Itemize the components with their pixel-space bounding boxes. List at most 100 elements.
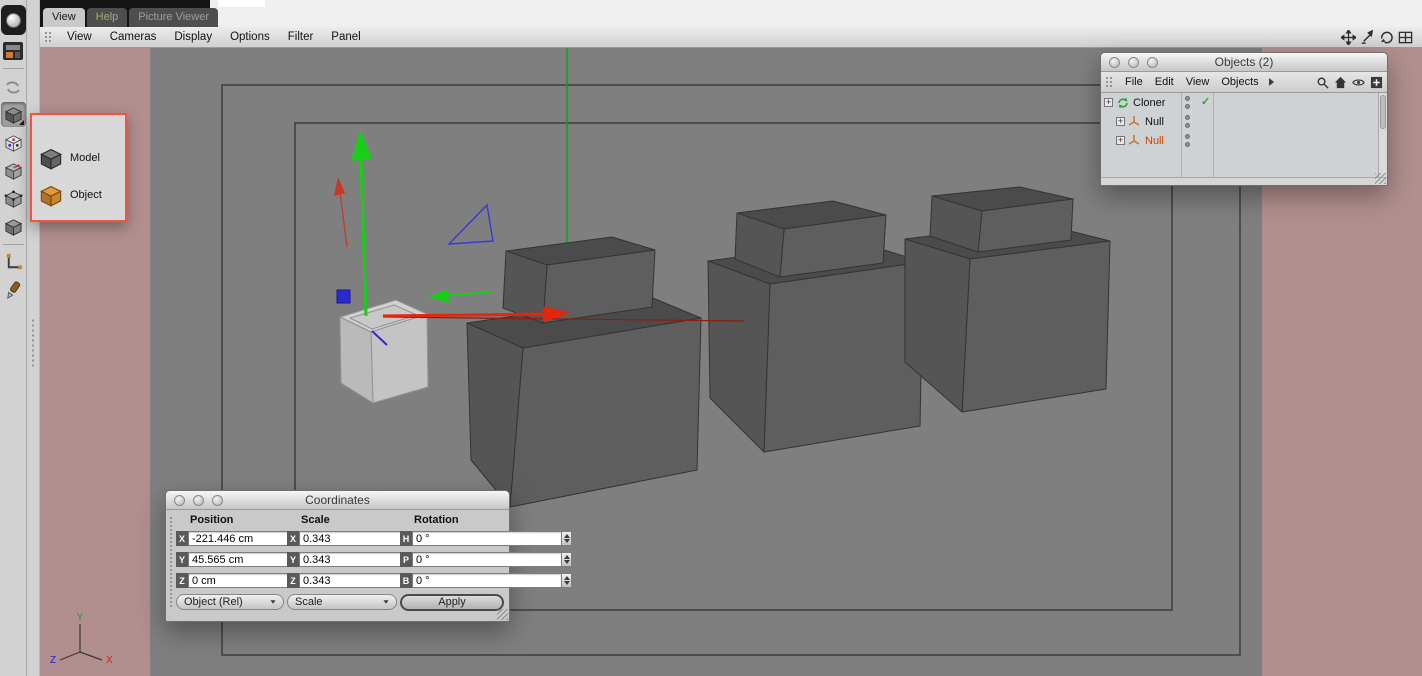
model-mode-icon[interactable]	[0, 102, 26, 127]
expander-icon[interactable]: +	[1116, 136, 1125, 145]
resize-grip[interactable]	[497, 609, 508, 620]
apply-button[interactable]: Apply	[400, 593, 504, 611]
coordinates-row-x: X X H	[176, 528, 572, 549]
tab-help[interactable]: Help	[86, 8, 128, 27]
object-label[interactable]: Cloner	[1133, 97, 1165, 109]
visibility-dots[interactable]	[1185, 115, 1190, 128]
tab-picture-viewer[interactable]: Picture Viewer	[129, 8, 218, 27]
flyout-item-model[interactable]: Model	[32, 139, 125, 176]
visibility-dots[interactable]	[1185, 96, 1190, 109]
object-cube-icon	[40, 185, 62, 207]
thin-red-arrowhead	[334, 177, 345, 196]
left-toolbar	[0, 0, 27, 676]
tab-view[interactable]: View	[43, 8, 85, 27]
clone-cube-2[interactable]	[707, 200, 924, 453]
clone-cube-1[interactable]	[466, 236, 702, 508]
expander-icon[interactable]: +	[1116, 117, 1125, 126]
polygons-mode-icon[interactable]	[1, 214, 26, 239]
position-header: Position	[190, 514, 234, 526]
rotation-p-input[interactable]	[412, 552, 561, 567]
rotate-view-icon[interactable]	[1379, 30, 1394, 45]
axis-z-label: Z	[50, 655, 56, 666]
rotation-h-stepper[interactable]	[561, 531, 572, 546]
mode-tool-flyout: Model Object	[30, 113, 127, 222]
rotation-b-stepper[interactable]	[561, 573, 572, 588]
position-mode-value: Object (Rel)	[184, 596, 243, 608]
brush-icon[interactable]	[1, 278, 26, 303]
objects-toolbar-icons	[1315, 75, 1383, 89]
small-green-arrowhead	[428, 289, 449, 303]
chevron-down-icon	[383, 600, 389, 604]
resize-grip[interactable]	[1375, 173, 1386, 184]
tree-row-null-2[interactable]: + Null	[1101, 131, 1387, 150]
tab-bar: View Help Picture Viewer	[40, 0, 1422, 27]
rotation-p-label: P	[400, 552, 412, 567]
picture-viewer-icon[interactable]	[1, 38, 26, 63]
objects-menu-edit[interactable]: Edit	[1149, 76, 1180, 88]
eye-icon[interactable]	[1351, 75, 1365, 89]
objects-panel: Objects (2) File Edit View Objects + Clo…	[1100, 52, 1388, 186]
coordinates-actions: Object (Rel) Scale Apply	[176, 592, 504, 612]
home-icon[interactable]	[1333, 75, 1347, 89]
pan-view-icon[interactable]	[1341, 29, 1356, 45]
objects-menubar-grip-icon[interactable]	[1105, 75, 1113, 89]
menubar-grip-icon[interactable]	[44, 30, 52, 44]
tree-row-null-1[interactable]: + Null	[1101, 112, 1387, 131]
z-axis-handle[interactable]	[336, 289, 351, 304]
undo-redo-icon[interactable]	[1, 74, 26, 99]
flyout-item-object[interactable]: Object	[32, 176, 125, 213]
vertical-scrollbar[interactable]	[1378, 93, 1387, 177]
objects-menu-objects[interactable]: Objects	[1215, 76, 1264, 88]
viewport-nav-icons	[1341, 29, 1413, 45]
add-object-icon[interactable]	[1369, 75, 1383, 89]
window-artifact	[218, 0, 265, 7]
rotation-h-input[interactable]	[412, 531, 561, 546]
world-axis-indicator: Y X Z	[50, 612, 113, 666]
rotation-b-input[interactable]	[412, 573, 561, 588]
horizontal-scrollbar[interactable]	[1101, 177, 1387, 185]
objects-menu-view[interactable]: View	[1180, 76, 1216, 88]
thin-red-axis	[339, 191, 348, 248]
search-icon[interactable]	[1315, 75, 1329, 89]
flyout-item-label: Object	[70, 188, 102, 201]
workplane-mode-icon[interactable]	[1, 158, 26, 183]
coordinates-grip-icon[interactable]	[169, 516, 173, 608]
toolbar-splitter[interactable]	[27, 0, 40, 676]
sphere-icon	[5, 12, 21, 28]
objects-window-title: Objects (2)	[1214, 55, 1274, 69]
expander-icon[interactable]: +	[1104, 98, 1113, 107]
enabled-check-icon[interactable]: ✓	[1201, 95, 1210, 108]
coordinates-row-z: Z Z B	[176, 570, 572, 591]
menu-panel[interactable]: Panel	[322, 31, 369, 43]
menu-display[interactable]: Display	[165, 31, 221, 43]
texture-mode-icon[interactable]	[1, 130, 26, 155]
position-mode-dropdown[interactable]: Object (Rel)	[176, 594, 284, 610]
tree-row-cloner[interactable]: + Cloner ✓	[1101, 93, 1387, 112]
object-label[interactable]: Null	[1145, 116, 1164, 128]
objects-menu-file[interactable]: File	[1119, 76, 1149, 88]
rotation-p-stepper[interactable]	[561, 552, 572, 567]
menu-overflow-icon[interactable]	[1268, 78, 1274, 86]
clone-cube-3[interactable]	[904, 186, 1111, 413]
visibility-dots[interactable]	[1185, 134, 1190, 147]
points-mode-icon[interactable]	[1, 186, 26, 211]
objects-titlebar[interactable]: Objects (2)	[1101, 53, 1387, 72]
coordinates-titlebar[interactable]: Coordinates	[166, 491, 509, 510]
y-axis-arrow[interactable]	[359, 157, 368, 317]
scale-mode-dropdown[interactable]: Scale	[287, 594, 397, 610]
menu-cameras[interactable]: Cameras	[101, 31, 166, 43]
rotation-b-label: B	[400, 573, 412, 588]
toggle-view-icon[interactable]	[1398, 30, 1413, 45]
menu-options[interactable]: Options	[221, 31, 279, 43]
blue-plane-handle[interactable]	[447, 203, 494, 245]
scale-z-label: Z	[287, 573, 299, 588]
object-label[interactable]: Null	[1145, 135, 1164, 147]
zoom-view-icon[interactable]	[1360, 29, 1375, 45]
nav-ball-icon[interactable]	[0, 5, 26, 35]
x-axis-arrow[interactable]	[382, 312, 546, 318]
menu-view[interactable]: View	[58, 31, 101, 43]
position-x-label: X	[176, 531, 188, 546]
menu-filter[interactable]: Filter	[279, 31, 323, 43]
scrollbar-thumb[interactable]	[1380, 95, 1386, 129]
axis-mode-icon[interactable]	[1, 250, 26, 275]
